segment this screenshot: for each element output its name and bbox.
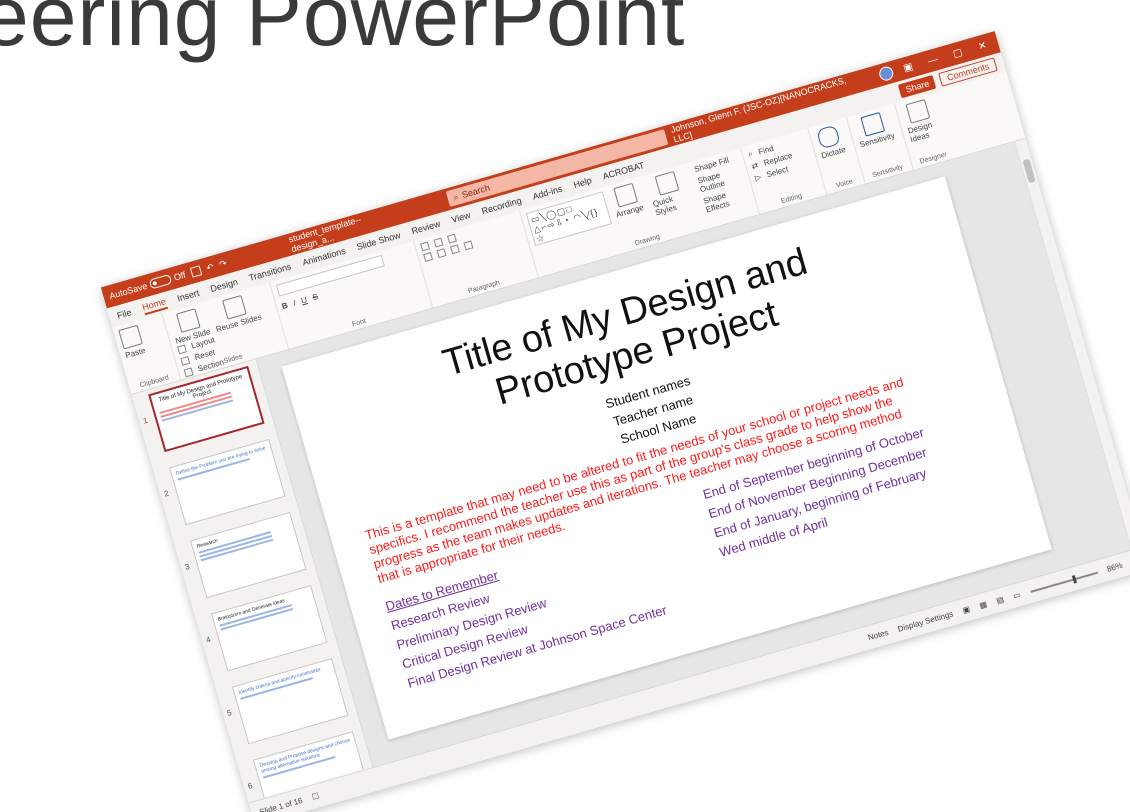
clock-date: 8/3/2022 (1106, 588, 1130, 604)
bold-icon[interactable]: B (281, 301, 289, 311)
edge-icon[interactable] (499, 759, 515, 775)
avatar[interactable] (877, 64, 895, 83)
task-view-icon[interactable]: ⧉ (487, 766, 495, 777)
thumbnail-number: 5 (225, 708, 233, 718)
find-label: Find (757, 143, 775, 157)
outlook-icon[interactable] (518, 754, 534, 769)
close-icon[interactable]: ✕ (971, 38, 993, 54)
underline-icon[interactable]: U (300, 295, 308, 305)
tab-view[interactable]: View (450, 210, 471, 225)
powerpoint-icon[interactable] (672, 709, 688, 725)
align-left-icon[interactable] (423, 252, 434, 262)
scrollbar-thumb[interactable] (1022, 158, 1036, 184)
indent-icon[interactable] (446, 233, 457, 244)
slide-sorter-icon[interactable]: ▦ (978, 600, 988, 611)
select-icon: ▷ (753, 172, 763, 183)
microphone-icon (816, 124, 842, 150)
paste-button[interactable]: Paste (118, 324, 146, 360)
quick-styles-button[interactable]: Quick Styles (646, 168, 699, 231)
arrange-button[interactable]: Arrange (609, 182, 651, 242)
layout-icon (176, 343, 187, 354)
save-icon[interactable] (189, 265, 203, 278)
thumbnail-number: 2 (163, 488, 170, 499)
undo-icon[interactable]: ↶ (205, 261, 215, 274)
paste-icon (118, 324, 144, 350)
arrange-icon (612, 182, 638, 208)
firefox-icon[interactable] (557, 743, 573, 758)
maximize-icon[interactable]: ▢ (947, 45, 969, 61)
tab-design[interactable]: Design (209, 277, 239, 294)
sensitivity-icon (860, 111, 886, 137)
justify-icon[interactable] (463, 240, 474, 251)
reuse-slides-icon (221, 295, 247, 320)
accessibility-icon[interactable]: ☐ (311, 791, 320, 802)
tab-insert[interactable]: Insert (176, 288, 200, 304)
align-center-icon[interactable] (436, 248, 447, 259)
slideshow-icon[interactable]: ▭ (1012, 590, 1022, 601)
chat-icon[interactable] (634, 720, 650, 736)
new-slide-icon (175, 308, 201, 333)
mail-icon[interactable] (653, 715, 669, 731)
design-ideas-icon (905, 98, 931, 124)
autosave-state: Off (172, 269, 187, 283)
dictate-button[interactable]: Dictate (814, 124, 847, 160)
zoom-level[interactable]: 86% (1106, 561, 1124, 574)
replace-icon: ⇄ (750, 160, 760, 172)
normal-view-icon[interactable]: ▣ (961, 604, 971, 615)
strikethrough-icon[interactable]: S (311, 292, 319, 302)
find-icon: ⌕ (746, 148, 754, 159)
tab-file[interactable]: File (116, 307, 133, 321)
excel-icon[interactable] (595, 731, 611, 747)
powerpoint-screenshot: AutoSave Off ↶ ↷ student_template--desig… (100, 31, 1130, 812)
thumbnail-number: 6 (246, 781, 254, 791)
redo-icon[interactable]: ↷ (218, 257, 228, 270)
reading-view-icon[interactable]: ▤ (995, 595, 1005, 606)
teams-icon[interactable] (576, 737, 592, 753)
search-icon: ⌕ (451, 191, 460, 203)
background-title: eering PowerPoint (0, 0, 686, 63)
numbering-icon[interactable] (433, 237, 444, 248)
word-icon[interactable] (538, 748, 553, 764)
minimize-icon[interactable]: — (922, 52, 944, 68)
notes-button[interactable]: Notes (867, 628, 890, 642)
italic-icon[interactable]: I (292, 298, 297, 307)
tab-help[interactable]: Help (572, 175, 593, 190)
system-tray-clock[interactable]: 8:23 AM 8/3/2022 (1103, 579, 1130, 604)
ribbon-display-icon[interactable]: ▣ (897, 59, 919, 75)
search-placeholder: Search (460, 182, 491, 201)
design-ideas-button[interactable]: Design Ideas (901, 98, 941, 144)
autosave-switch[interactable] (148, 273, 173, 290)
quick-styles-icon (655, 170, 680, 196)
select-label: Select (765, 164, 790, 180)
thumbnail-number: 4 (204, 634, 212, 645)
thumbnail-number: 3 (183, 561, 191, 572)
slide-count: Slide 1 of 16 (258, 795, 304, 812)
file-explorer-icon[interactable] (615, 726, 630, 742)
reset-icon (180, 355, 191, 366)
align-right-icon[interactable] (450, 244, 460, 255)
clock-time: 8:23 AM (1105, 580, 1130, 594)
quick-styles-label: Quick Styles (651, 194, 678, 218)
zoom-slider[interactable] (1029, 571, 1098, 593)
thumbnail-number: 1 (142, 415, 149, 426)
reuse-slides-button[interactable]: Reuse Slides (209, 291, 263, 334)
sensitivity-button[interactable]: Sensitivity (853, 110, 896, 149)
bullets-icon[interactable] (420, 241, 430, 252)
